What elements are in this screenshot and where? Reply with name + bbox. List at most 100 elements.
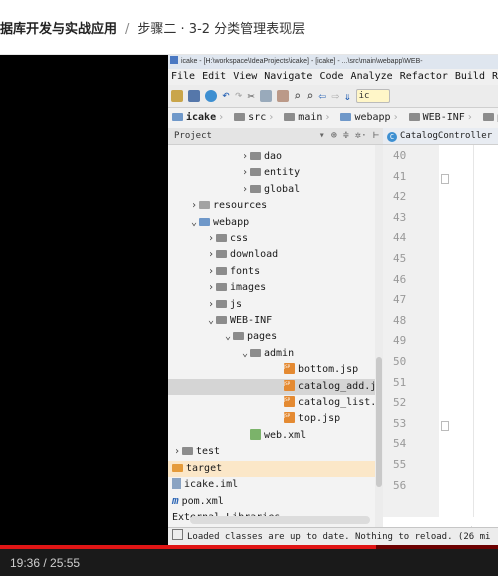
- tree-item-images[interactable]: › images: [168, 280, 383, 296]
- menu-view[interactable]: View: [233, 71, 257, 82]
- paste-icon[interactable]: [276, 90, 289, 102]
- chevron-right-icon[interactable]: ›: [206, 264, 216, 280]
- back-icon[interactable]: ⇦: [318, 89, 326, 104]
- redo-icon[interactable]: ↷: [235, 89, 243, 102]
- replace-icon[interactable]: ⌕: [306, 89, 313, 103]
- folder-icon: [408, 113, 420, 121]
- menu-edit[interactable]: Edit: [202, 71, 226, 82]
- tree-item-web-inf[interactable]: ⌄ WEB-INF: [168, 313, 383, 329]
- nav-main[interactable]: main: [284, 108, 322, 128]
- project-panel-header[interactable]: Project ▾ ⊕ ≑ ✲· ⊢: [168, 128, 383, 145]
- nav-webapp[interactable]: webapp: [340, 108, 391, 128]
- course-header: 据库开发与实战应用 / 步骤二 · 3-2 分类管理表现层: [0, 0, 498, 55]
- line-number: 52: [393, 396, 407, 410]
- menu-build[interactable]: Build: [455, 71, 485, 82]
- copy-icon[interactable]: [259, 90, 272, 102]
- nav-arrow-icon: ›: [392, 112, 399, 123]
- run-config-select[interactable]: ic: [355, 89, 390, 103]
- line-number: 42: [393, 190, 407, 204]
- tree-item-top-jsp[interactable]: top.jsp: [168, 408, 383, 427]
- chevron-right-icon[interactable]: ›: [172, 444, 182, 460]
- editor-tab-catalogcontroller[interactable]: C CatalogController: [383, 128, 498, 145]
- chevron-down-icon[interactable]: ⌄: [240, 346, 250, 362]
- menu-run[interactable]: R: [492, 71, 498, 82]
- tree-item-css[interactable]: › css: [168, 231, 383, 247]
- chevron-down-icon[interactable]: ⌄: [189, 215, 199, 231]
- line-number: 47: [393, 293, 407, 307]
- tree-item-catalog-add-jsp[interactable]: catalog_add.jsp: [168, 376, 388, 395]
- chevron-right-icon[interactable]: ›: [206, 280, 216, 296]
- menu-analyze[interactable]: Analyze: [351, 71, 393, 82]
- chevron-down-icon[interactable]: ⌄: [206, 313, 216, 329]
- class-icon: C: [387, 132, 397, 142]
- tree-horizontal-scrollbar[interactable]: [190, 516, 370, 524]
- tree-item-pages[interactable]: ⌄ pages: [168, 329, 383, 345]
- maven-icon: m: [172, 494, 179, 508]
- chevron-down-icon[interactable]: ⌄: [223, 329, 233, 345]
- tree-item-label: admin: [264, 347, 295, 359]
- chevron-right-icon[interactable]: ›: [206, 297, 216, 313]
- save-icon[interactable]: [188, 90, 200, 102]
- breadcrumb: 据库开发与实战应用 / 步骤二 · 3-2 分类管理表现层: [0, 18, 305, 37]
- folder-icon: [234, 113, 246, 121]
- tree-item-resources[interactable]: › resources: [168, 198, 383, 214]
- course-title[interactable]: 据库开发与实战应用: [0, 22, 117, 37]
- tree-item-pom-xml[interactable]: m pom.xml: [168, 493, 383, 509]
- tree-item-test[interactable]: › test: [168, 444, 383, 460]
- nav-pages[interactable]: pages: [482, 108, 498, 128]
- chevron-right-icon[interactable]: ›: [189, 198, 199, 214]
- cut-icon[interactable]: ✂: [248, 89, 255, 103]
- nav-src[interactable]: src: [234, 108, 266, 128]
- chevron-right-icon[interactable]: ›: [240, 182, 250, 198]
- chevron-right-icon[interactable]: ›: [240, 165, 250, 181]
- tree-item-download[interactable]: › download: [168, 247, 383, 263]
- find-icon[interactable]: ⌕: [294, 89, 301, 103]
- resources-folder-icon: [199, 201, 210, 210]
- open-folder-icon[interactable]: [171, 90, 183, 102]
- tree-item-global[interactable]: › global: [168, 182, 383, 198]
- chevron-right-icon[interactable]: ›: [206, 231, 216, 247]
- menu-code[interactable]: Code: [319, 71, 343, 82]
- tree-item-icake-iml[interactable]: icake.iml: [168, 477, 383, 493]
- tree-item-fonts[interactable]: › fonts: [168, 264, 383, 280]
- code-fold-icon[interactable]: [441, 420, 449, 431]
- code-fold-icon[interactable]: [441, 173, 449, 184]
- menu-file[interactable]: File: [171, 71, 195, 82]
- tree-item-admin[interactable]: ⌄ admin: [168, 346, 383, 362]
- project-view-label[interactable]: Project: [174, 131, 212, 141]
- window-title: icake - [H:\workspace\IdeaProjects\icake…: [181, 58, 423, 65]
- line-number: 50: [393, 355, 407, 368]
- module-file-icon: [172, 478, 181, 489]
- folder-icon: [250, 168, 261, 177]
- tree-item-catalog-list-jsp[interactable]: catalog_list.jsp: [168, 392, 394, 411]
- nav-web-inf[interactable]: WEB-INF: [408, 108, 465, 128]
- build-icon[interactable]: ⇓: [344, 90, 351, 103]
- tree-item-entity[interactable]: › entity: [168, 165, 383, 181]
- forward-icon[interactable]: ⇨: [331, 89, 339, 104]
- tree-item-bottom-jsp[interactable]: bottom.jsp: [168, 359, 383, 378]
- folder-icon: [233, 332, 244, 341]
- tree-item-target[interactable]: target: [168, 460, 383, 477]
- navigation-bar: icake› src› main› webapp› WEB-INF› pages: [168, 108, 498, 129]
- nav-icake[interactable]: icake: [172, 108, 216, 128]
- tree-item-label: resources: [213, 200, 268, 212]
- status-toggle-icon[interactable]: [172, 529, 183, 540]
- chevron-right-icon[interactable]: ›: [240, 149, 250, 165]
- panel-tools-icons[interactable]: ▾ ⊕ ≑ ✲· ⊢: [319, 128, 379, 144]
- chevron-right-icon[interactable]: ›: [206, 247, 216, 263]
- sync-icon[interactable]: [205, 90, 217, 102]
- code-editor[interactable]: C CatalogController 40 41 42 43 44 45 46 47 48 49 5…: [383, 128, 498, 545]
- tree-item-webapp[interactable]: ⌄ webapp: [168, 215, 383, 231]
- tree-item-dao[interactable]: › dao: [168, 149, 383, 165]
- line-number: 40: [393, 149, 407, 162]
- menu-refactor[interactable]: Refactor: [400, 71, 448, 82]
- folder-icon: [216, 250, 227, 259]
- tree-scrollbar[interactable]: [375, 145, 383, 545]
- tree-item-web-xml[interactable]: web.xml: [168, 428, 383, 444]
- jsp-file-icon: [284, 392, 295, 408]
- undo-icon[interactable]: ↶: [222, 89, 230, 102]
- tree-scroll-thumb[interactable]: [376, 357, 382, 487]
- menu-navigate[interactable]: Navigate: [264, 71, 312, 82]
- tree-item-js[interactable]: › js: [168, 297, 383, 313]
- line-number-gutter: 40 41 42 43 44 45 46 47 48 49 50 51 52 53 54 55 56: [383, 145, 449, 517]
